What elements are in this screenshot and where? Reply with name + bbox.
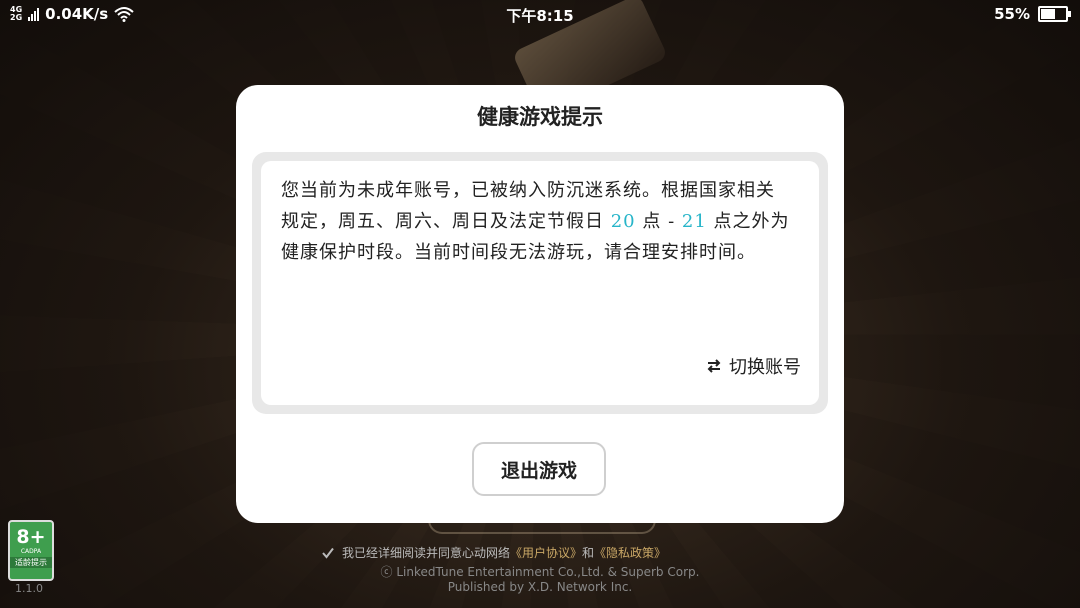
version-number: 1.1.0 <box>15 582 43 595</box>
message-part-2: 点 - <box>635 211 682 232</box>
copyright-line-2: Published by X.D. Network Inc. <box>447 580 633 594</box>
age-rating-badge[interactable]: 8+ CADPA 适龄提示 <box>8 520 54 581</box>
message-inner: 您当前为未成年账号，已被纳入防沉迷系统。根据国家相关规定，周五、周六、周日及法定… <box>261 161 819 405</box>
user-agreement-link[interactable]: 《用户协议》 <box>510 546 582 560</box>
age-org: CADPA <box>20 548 42 555</box>
message-text: 您当前为未成年账号，已被纳入防沉迷系统。根据国家相关规定，周五、周六、周日及法定… <box>281 175 791 268</box>
exit-game-button[interactable]: 退出游戏 <box>472 442 606 496</box>
age-tip: 适龄提示 <box>10 557 52 568</box>
battery-icon <box>1038 6 1071 22</box>
switch-account-button[interactable]: 切换账号 <box>705 353 801 379</box>
checkbox-checked-icon[interactable] <box>322 547 334 559</box>
swap-arrows-icon <box>707 359 721 373</box>
highlight-start-hour: 20 <box>610 211 636 232</box>
status-right: 55% <box>994 5 1071 23</box>
battery-fill <box>1041 9 1056 19</box>
highlight-end-hour: 21 <box>681 211 707 232</box>
message-box: 您当前为未成年账号，已被纳入防沉迷系统。根据国家相关规定，周五、周六、周日及法定… <box>252 152 828 414</box>
copyright-line-1: ⓒ LinkedTune Entertainment Co.,Ltd. & Su… <box>380 565 700 579</box>
battery-percent: 55% <box>994 5 1030 23</box>
privacy-policy-link[interactable]: 《隐私政策》 <box>594 546 666 560</box>
status-bar: 4G 2G 0.04K/s 下午8:15 55% <box>0 0 1080 30</box>
age-rating: 8+ <box>16 526 46 548</box>
agreement-and: 和 <box>582 546 595 560</box>
status-time: 下午8:15 <box>506 7 574 25</box>
agreement-prefix: 我已经详细阅读并同意心动网络 <box>342 546 511 560</box>
agreement-line: 我已经详细阅读并同意心动网络《用户协议》和《隐私政策》 <box>322 544 666 561</box>
switch-account-label: 切换账号 <box>729 357 801 378</box>
health-game-dialog: 健康游戏提示 您当前为未成年账号，已被纳入防沉迷系统。根据国家相关规定，周五、周… <box>236 85 844 523</box>
dialog-title: 健康游戏提示 <box>477 104 603 129</box>
